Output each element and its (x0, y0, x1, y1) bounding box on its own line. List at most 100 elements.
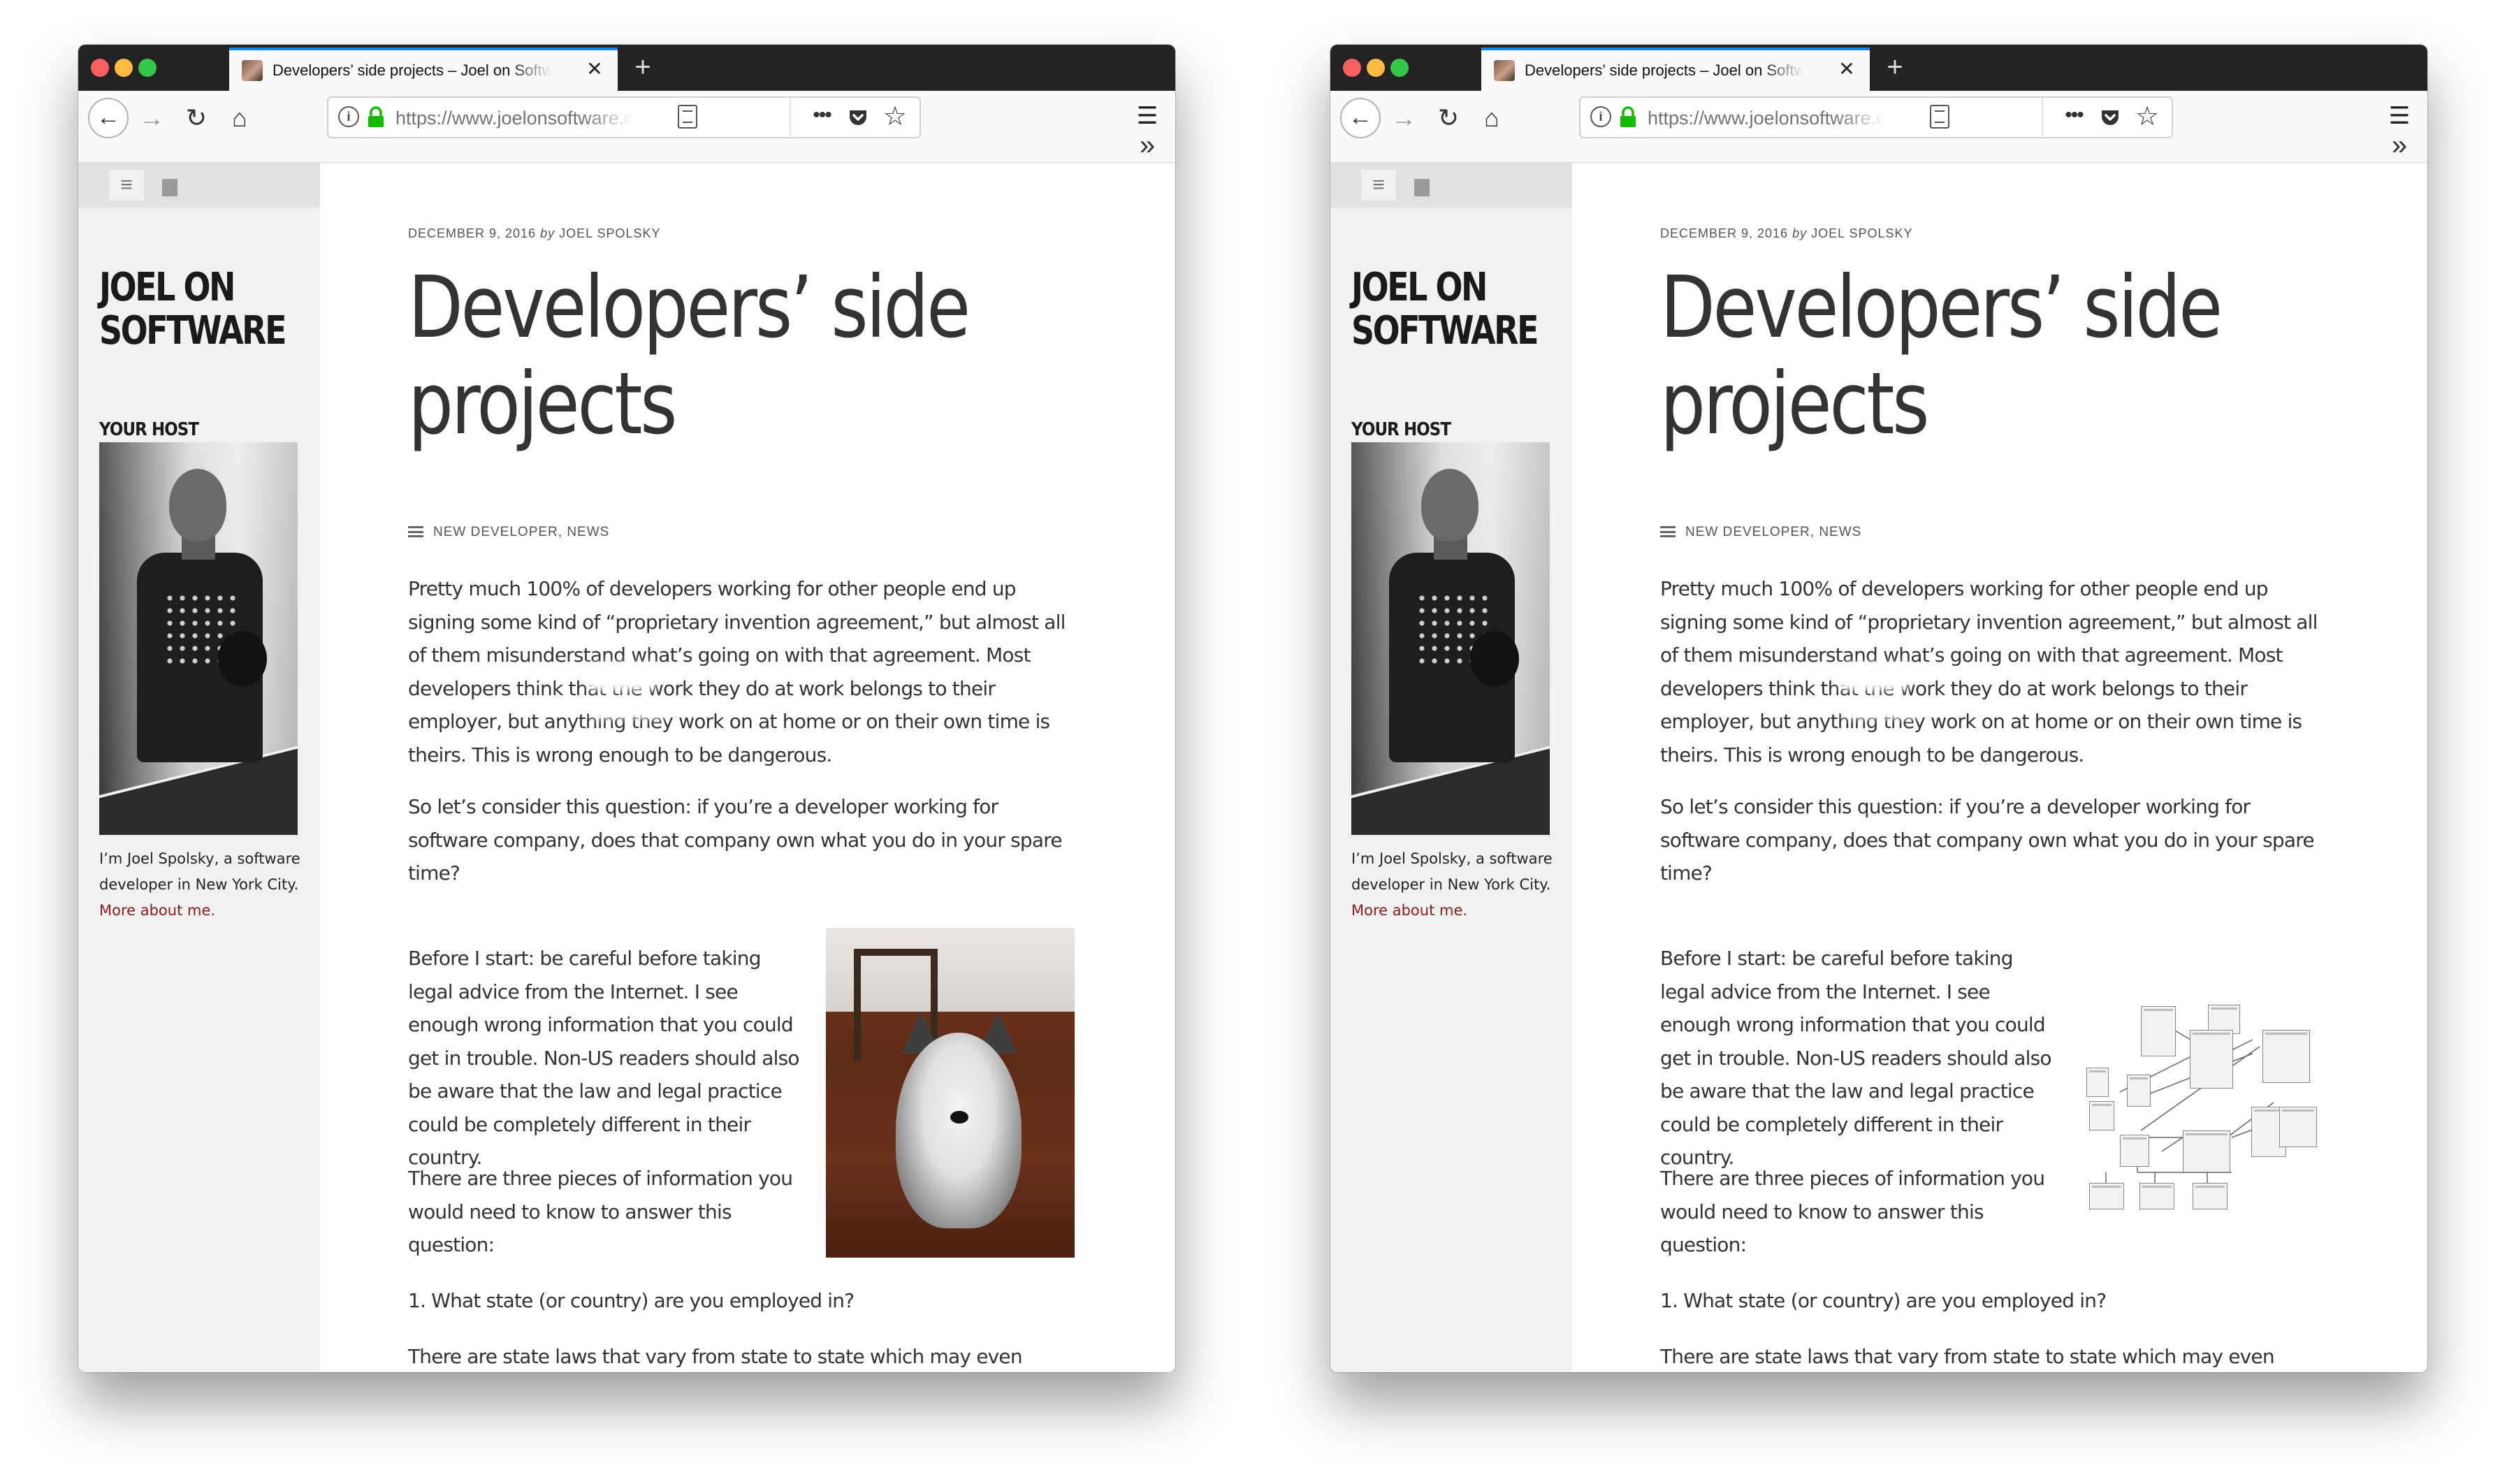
cursor-artifact (594, 704, 664, 714)
reader-view-icon[interactable] (1930, 105, 1949, 129)
diagram-class-box (2139, 1183, 2174, 1209)
sidebar-folder-icon[interactable]: ▆ (152, 170, 187, 201)
more-about-me-link[interactable]: More about me. (1351, 902, 1467, 919)
close-window-button[interactable] (1343, 59, 1361, 77)
post-by: by (540, 226, 555, 240)
new-tab-button[interactable]: + (1880, 52, 1910, 82)
site-title[interactable]: JOEL ON SOFTWARE (99, 265, 286, 354)
class-diagram-image (2078, 928, 2327, 1258)
forward-button[interactable]: → (134, 101, 169, 136)
overflow-chevron-icon[interactable]: » (2384, 131, 2415, 159)
site-sidebar: ≡ ▆ JOEL ON SOFTWARE YOUR HOST I’m Joel … (78, 163, 320, 1372)
diagram-class-box (2141, 1006, 2176, 1056)
diagram-class-box (2089, 1183, 2124, 1209)
host-bio-text: I’m Joel Spolsky, a software developer i… (1351, 850, 1553, 893)
host-photo (99, 442, 298, 835)
diagram-class-box (2262, 1030, 2310, 1083)
paragraph-2: So let’s consider this question: if you’… (408, 795, 1063, 885)
minimize-window-button[interactable] (1367, 59, 1385, 77)
cursor-artifact (591, 667, 653, 685)
post-title: Developers’ side projects (408, 258, 971, 453)
zoom-window-button[interactable] (138, 59, 157, 77)
host-bio: I’m Joel Spolsky, a software developer i… (1351, 846, 1554, 924)
sidebar-menu-icon[interactable]: ≡ (1361, 170, 1396, 201)
url-text[interactable]: https://www.joelonsoftware.com (395, 107, 633, 129)
title-bar: Developers’ side projects – Joel on Soft… (78, 45, 1175, 91)
back-button[interactable]: ← (1340, 98, 1381, 138)
site-sidebar: ≡ ▆ JOEL ON SOFTWARE YOUR HOST I’m Joel … (1330, 163, 1572, 1372)
home-button[interactable]: ⌂ (222, 101, 257, 136)
cursor-artifact (1843, 667, 1905, 685)
your-host-heading: YOUR HOST (1351, 419, 1451, 440)
back-button[interactable]: ← (88, 98, 129, 138)
bookmark-star-icon[interactable]: ☆ (880, 101, 910, 133)
hamburger-menu-icon[interactable]: ☰ (2384, 101, 2415, 131)
list-icon (408, 526, 423, 537)
overflow-chevron-icon[interactable]: » (1132, 131, 1163, 159)
web-page: ≡ ▆ JOEL ON SOFTWARE YOUR HOST I’m Joel … (78, 163, 1175, 1372)
paragraph-2: So let’s consider this question: if you’… (1660, 795, 2315, 885)
forward-button[interactable]: → (1386, 101, 1421, 136)
site-title[interactable]: JOEL ON SOFTWARE (1351, 265, 1539, 353)
diagram-class-box (2279, 1107, 2317, 1147)
navigation-toolbar: ← → ↻ ⌂ i https://www.joelonsoftware.com… (78, 91, 1175, 163)
post-author[interactable]: JOEL SPOLSKY (1811, 226, 1912, 240)
site-title-line1: JOEL ON (99, 265, 235, 310)
post-by: by (1792, 226, 1808, 240)
zoom-window-button[interactable] (1390, 59, 1409, 77)
post-author[interactable]: JOEL SPOLSKY (559, 226, 660, 240)
list-icon (1660, 526, 1676, 537)
sidebar-folder-icon[interactable]: ▆ (1404, 170, 1439, 201)
home-button[interactable]: ⌂ (1474, 101, 1509, 136)
post-content: DECEMBER 9, 2016 by JOEL SPOLSKY Develop… (408, 163, 1079, 1372)
lock-icon (1620, 106, 1636, 127)
paragraph-4: There are three pieces of information yo… (408, 1167, 793, 1256)
url-bar[interactable]: i https://www.joelonsoftware.com ••• ☆ (327, 96, 921, 138)
tab-title: Developers’ side projects – Joel on Soft… (272, 60, 552, 81)
category-links[interactable]: NEW DEVELOPER, NEWS (433, 525, 609, 539)
url-text[interactable]: https://www.joelonsoftware.com (1648, 107, 1885, 129)
pocket-icon[interactable] (847, 106, 869, 129)
more-about-me-link[interactable]: More about me. (99, 902, 215, 919)
diagram-class-box (2183, 1130, 2230, 1172)
husky-dog-image (826, 928, 1075, 1258)
tab-developers-side-projects[interactable]: Developers’ side projects – Joel on Soft… (1481, 48, 1870, 91)
paragraph-3: Before I start: be careful before taking… (1660, 947, 2052, 1169)
sidebar-menu-icon[interactable]: ≡ (109, 170, 144, 201)
close-tab-icon[interactable]: ✕ (1835, 57, 1859, 81)
bookmark-star-icon[interactable]: ☆ (2132, 101, 2162, 133)
diagram-class-box (2089, 1101, 2114, 1130)
pocket-icon[interactable] (2099, 106, 2121, 129)
paragraph-5: 1. What state (or country) are you emplo… (1660, 1289, 2107, 1312)
minimize-window-button[interactable] (115, 59, 133, 77)
hamburger-menu-icon[interactable]: ☰ (1132, 101, 1163, 131)
close-window-button[interactable] (91, 59, 109, 77)
close-tab-icon[interactable]: ✕ (583, 57, 606, 81)
page-actions-icon[interactable]: ••• (806, 103, 837, 131)
tab-developers-side-projects[interactable]: Developers’ side projects – Joel on Soft… (229, 48, 618, 91)
paragraph-5: 1. What state (or country) are you emplo… (408, 1289, 855, 1312)
web-page: ≡ ▆ JOEL ON SOFTWARE YOUR HOST I’m Joel … (1330, 163, 2427, 1372)
post-meta: DECEMBER 9, 2016 by JOEL SPOLSKY (408, 224, 661, 242)
your-host-heading: YOUR HOST (99, 419, 199, 440)
url-bar[interactable]: i https://www.joelonsoftware.com ••• ☆ (1579, 96, 2173, 138)
title-bar: Developers’ side projects – Joel on Soft… (1330, 45, 2427, 91)
new-tab-button[interactable]: + (627, 52, 658, 82)
reload-button[interactable]: ↻ (179, 101, 214, 136)
post-date[interactable]: DECEMBER 9, 2016 (1660, 226, 1788, 240)
site-title-line2: SOFTWARE (99, 308, 286, 354)
category-links[interactable]: NEW DEVELOPER, NEWS (1685, 525, 1861, 539)
reader-view-icon[interactable] (678, 105, 697, 129)
post-content: DECEMBER 9, 2016 by JOEL SPOLSKY Develop… (1660, 163, 2331, 1372)
url-bar-divider (790, 98, 791, 137)
sidebar-toggle-bar: ≡ ▆ (78, 163, 320, 208)
info-icon[interactable]: i (338, 106, 359, 127)
info-icon[interactable]: i (1590, 106, 1611, 127)
reload-button[interactable]: ↻ (1431, 101, 1466, 136)
post-date[interactable]: DECEMBER 9, 2016 (408, 226, 536, 240)
site-title-line1: JOEL ON (1351, 265, 1488, 310)
diagram-class-box (2086, 1068, 2109, 1097)
navigation-toolbar: ← → ↻ ⌂ i https://www.joelonsoftware.com… (1330, 91, 2427, 163)
post-meta: DECEMBER 9, 2016 by JOEL SPOLSKY (1660, 224, 1913, 242)
page-actions-icon[interactable]: ••• (2058, 103, 2089, 131)
